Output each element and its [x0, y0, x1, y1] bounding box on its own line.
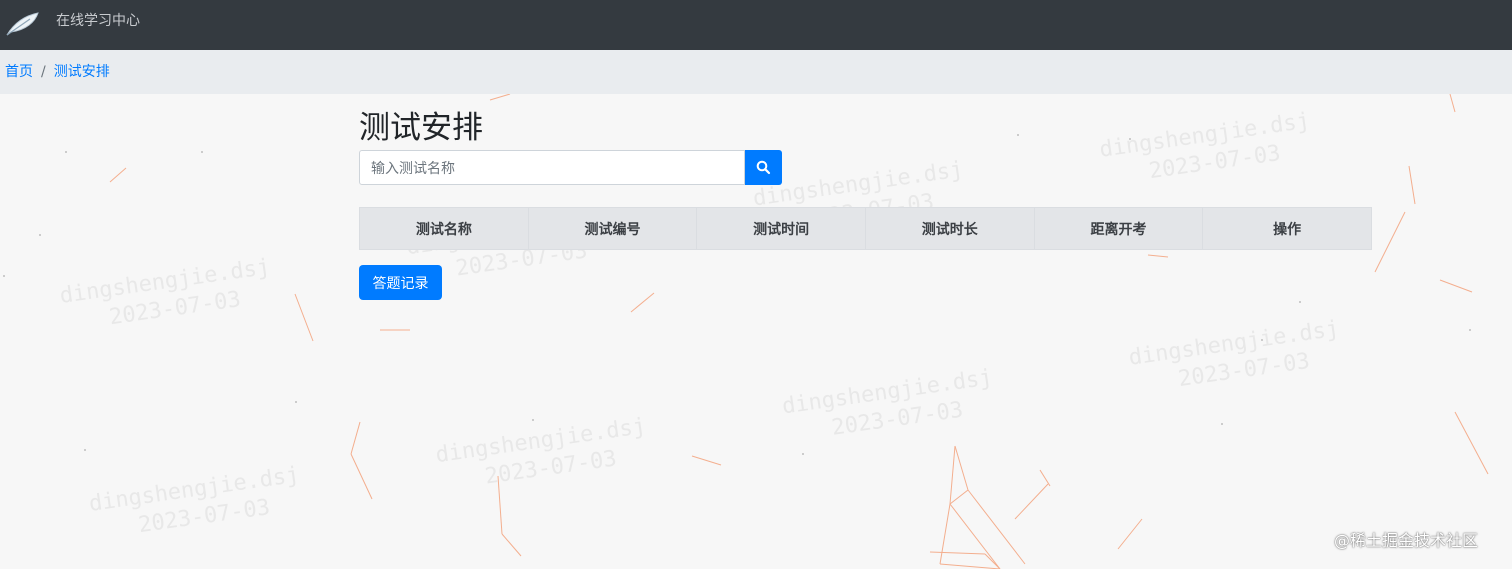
table-header-row: 测试名称 测试编号 测试时间 测试时长 距离开考 操作 — [359, 207, 1372, 250]
col-test-name: 测试名称 — [359, 207, 529, 250]
search-group — [359, 150, 782, 185]
feather-logo-icon[interactable] — [4, 10, 40, 38]
col-test-duration: 测试时长 — [864, 207, 1035, 250]
test-schedule-table: 测试名称 测试编号 测试时间 测试时长 距离开考 操作 — [359, 207, 1372, 250]
watermark-row-2: dingshengjie.dsj2023-07-03 dingshengjie.… — [87, 317, 1340, 539]
credit-watermark: @稀土掘金技术社区 — [1334, 531, 1479, 550]
breadcrumb-current[interactable]: 测试安排 — [54, 64, 110, 80]
breadcrumb-home-link[interactable]: 首页 — [5, 64, 33, 80]
search-button[interactable] — [745, 150, 782, 185]
col-test-number: 测试编号 — [527, 207, 698, 250]
app-title[interactable]: 在线学习中心 — [56, 11, 140, 31]
breadcrumb-bar: 首页 / 测试安排 — [0, 50, 1512, 94]
breadcrumb: 首页 / 测试安排 — [5, 63, 110, 81]
col-test-time: 测试时间 — [696, 207, 866, 250]
col-actions: 操作 — [1202, 207, 1372, 250]
breadcrumb-separator: / — [41, 64, 46, 80]
col-time-to-start: 距离开考 — [1033, 207, 1204, 250]
search-input[interactable] — [359, 150, 745, 185]
answer-record-button[interactable]: 答题记录 — [359, 265, 442, 300]
search-icon — [756, 160, 771, 175]
top-navbar: 在线学习中心 — [0, 0, 1512, 50]
page-title: 测试安排 — [359, 110, 483, 146]
